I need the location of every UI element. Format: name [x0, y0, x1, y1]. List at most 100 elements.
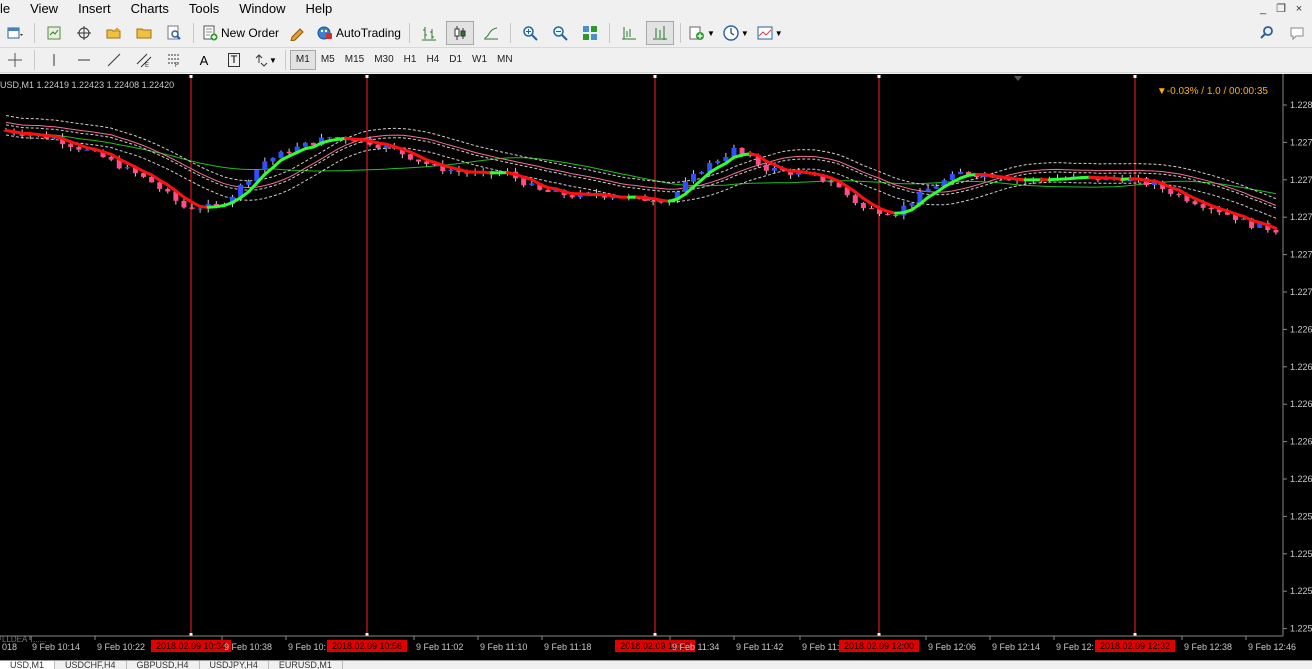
toolbar-separator — [34, 23, 35, 43]
toolbar-separator — [193, 23, 194, 43]
timeframe-mn[interactable]: MN — [492, 51, 518, 69]
candlestick-button[interactable] — [446, 21, 474, 45]
vertical-line-time-label: 2018.02.09 10:34 — [156, 641, 226, 651]
templates-button[interactable]: ▼ — [755, 22, 785, 44]
equidistant-channel-tool[interactable]: E — [131, 49, 157, 71]
time-label: 9 Feb 11:10 — [480, 642, 527, 652]
vertical-line-tool[interactable] — [41, 49, 67, 71]
text-label-tool[interactable]: T — [221, 49, 247, 71]
restore-button[interactable]: ❐ — [1274, 2, 1288, 16]
text-tool[interactable]: A — [191, 49, 217, 71]
timeframe-d1[interactable]: D1 — [444, 51, 467, 69]
price-label: 1.227 — [1290, 212, 1312, 222]
autoscroll-button[interactable] — [646, 21, 674, 45]
candle-body — [287, 152, 292, 154]
timeframe-m5[interactable]: M5 — [316, 51, 340, 69]
chart-status-label: ▼-0.03% / 1.0 / 00:00:35 — [1157, 86, 1269, 97]
line-chart-button[interactable] — [478, 22, 504, 44]
periods-button[interactable]: ▼ — [721, 22, 751, 44]
profiles-button[interactable] — [41, 22, 67, 44]
time-label: 9 Feb 12:06 — [928, 642, 976, 652]
mid-band-line — [6, 125, 1276, 208]
timeframe-m30[interactable]: M30 — [369, 51, 398, 69]
trendline-tool[interactable] — [101, 49, 127, 71]
menu-insert[interactable]: Insert — [68, 1, 121, 17]
chart-info-label: USD,M1 1.22419 1.22423 1.22408 1.22420 — [0, 80, 174, 90]
vertical-line-time-label: 2018.02.09 12:00 — [844, 641, 914, 651]
chart-shift-marker-icon[interactable] — [1014, 76, 1022, 81]
candle-body — [740, 148, 745, 154]
chart-shift-button[interactable] — [616, 22, 642, 44]
candle-body — [926, 189, 931, 192]
timeframe-w1[interactable]: W1 — [467, 51, 492, 69]
tile-windows-button[interactable] — [577, 22, 603, 44]
candle-body — [950, 174, 955, 180]
timeframe-h4[interactable]: H4 — [421, 51, 444, 69]
candle-body — [76, 147, 81, 150]
timeframe-m15[interactable]: M15 — [340, 51, 369, 69]
candle-body — [1193, 201, 1198, 204]
crosshair-button[interactable] — [71, 22, 97, 44]
candle-body — [109, 157, 114, 160]
navigator-button[interactable] — [101, 22, 127, 44]
candle-body — [157, 182, 162, 189]
vertical-line-handle[interactable] — [654, 75, 657, 78]
menu-window[interactable]: Window — [229, 1, 295, 17]
channel-icon: E — [136, 52, 152, 68]
indicators-button[interactable]: ▼ — [687, 22, 717, 44]
vertical-line-handle[interactable] — [366, 75, 369, 78]
vertical-line-handle[interactable] — [190, 75, 193, 78]
candle-body — [246, 181, 251, 184]
crosshair-tool[interactable] — [2, 49, 28, 71]
fibonacci-tool[interactable]: F — [161, 49, 187, 71]
timeframe-m1[interactable]: M1 — [290, 50, 316, 70]
price-label: 1.225 — [1290, 511, 1312, 521]
zoom-in-icon — [522, 25, 538, 41]
vertical-line-handle[interactable] — [878, 75, 881, 78]
menu-tools[interactable]: Tools — [179, 1, 229, 17]
zoom-out-button[interactable] — [547, 22, 573, 44]
autotrading-button[interactable]: AutoTrading — [315, 22, 403, 44]
price-chart[interactable]: 2018.02.09 10:34 2018.02.09 10:56 2018.02.… — [0, 74, 1312, 662]
menu-view[interactable]: View — [20, 1, 68, 17]
minimize-button[interactable]: _ — [1256, 2, 1270, 16]
horizontal-line-tool[interactable] — [71, 49, 97, 71]
menu-file[interactable]: le — [0, 1, 20, 17]
new-order-button[interactable]: New Order — [200, 22, 281, 44]
candle-body — [327, 137, 332, 138]
close-button[interactable]: × — [1292, 2, 1306, 16]
candle-body — [270, 158, 275, 161]
arrows-tool[interactable]: ▼ — [251, 49, 279, 71]
chart-overlay-text: LLDEA T...... — [2, 635, 46, 644]
vertical-line-handle[interactable] — [1134, 75, 1137, 78]
vertical-line-time-label: 2018.02.09 10:56 — [332, 641, 402, 651]
dropdown-arrow-icon: ▼ — [775, 29, 783, 38]
templates-icon — [757, 25, 773, 41]
menu-help[interactable]: Help — [296, 1, 343, 17]
community-button[interactable] — [1284, 22, 1310, 44]
metaeditor-button[interactable] — [285, 22, 311, 44]
candle-body — [165, 189, 170, 192]
bar-chart-button[interactable] — [416, 22, 442, 44]
candle-body — [376, 145, 381, 148]
toolbar-separator — [510, 23, 511, 43]
svg-text:F: F — [175, 63, 179, 68]
time-label: 9 Feb 11:42 — [736, 642, 783, 652]
new-chart-button[interactable] — [2, 22, 28, 44]
toolbar-separator — [34, 50, 35, 70]
menu-charts[interactable]: Charts — [121, 1, 179, 17]
tester-button[interactable] — [161, 22, 187, 44]
zoom-in-button[interactable] — [517, 22, 543, 44]
text-tool-label: A — [200, 53, 209, 68]
timeframe-h1[interactable]: H1 — [399, 51, 422, 69]
candle-body — [521, 178, 526, 185]
price-label: 1.226 — [1290, 399, 1312, 409]
chart-canvas[interactable]: 2018.02.09 10:34 2018.02.09 10:56 2018.02.… — [0, 74, 1312, 662]
candle-body — [1201, 204, 1206, 208]
standard-toolbar: New Order AutoTrading ▼ ▼ ▼ — [0, 19, 1312, 48]
terminal-button[interactable] — [131, 22, 157, 44]
candle-body — [699, 172, 704, 174]
magnifier-doc-icon — [166, 25, 182, 41]
horizontal-line-icon — [76, 52, 92, 68]
search-button[interactable] — [1254, 22, 1280, 44]
